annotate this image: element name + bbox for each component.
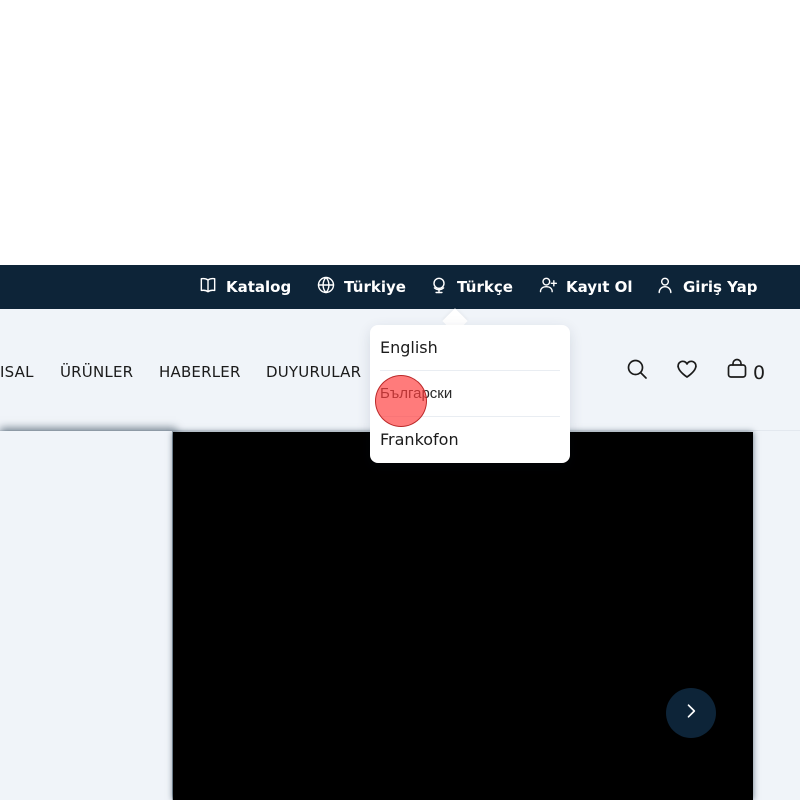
topbar-register-label: Kayıt Ol: [566, 278, 633, 296]
hero-slider[interactable]: [173, 432, 753, 800]
topbar-register-link[interactable]: Kayıt Ol: [538, 265, 633, 309]
globe-icon: [316, 275, 336, 299]
page: Katalog Türkiye Türkçe Kayıt Ol Giriş Ya…: [0, 0, 800, 800]
language-option-francophone[interactable]: Frankofon: [380, 417, 560, 463]
language-globe-icon: [429, 275, 449, 299]
topbar-catalog-link[interactable]: Katalog: [198, 265, 291, 309]
nav-item-products[interactable]: ÜRÜNLER: [60, 361, 133, 383]
side-panel: [0, 431, 172, 800]
slider-next-button[interactable]: [666, 688, 716, 738]
heart-icon: [675, 360, 699, 385]
topbar-language-label: Türkçe: [457, 278, 513, 296]
nav-item-isal[interactable]: ISAL: [0, 361, 34, 383]
cart-count-badge: 0: [753, 362, 766, 384]
top-utility-bar: Katalog Türkiye Türkçe Kayıt Ol Giriş Ya…: [0, 265, 800, 309]
language-option-bulgarian[interactable]: Български: [380, 371, 560, 417]
user-icon: [655, 275, 675, 299]
search-button[interactable]: [625, 357, 651, 383]
nav-item-announcements[interactable]: DUYURULAR: [266, 361, 361, 383]
book-icon: [198, 275, 218, 299]
wishlist-button[interactable]: [675, 357, 701, 383]
nav-item-news[interactable]: HABERLER: [159, 361, 241, 383]
chevron-right-icon: [681, 701, 701, 725]
search-icon: [625, 359, 649, 385]
topbar-login-label: Giriş Yap: [683, 278, 758, 296]
user-plus-icon: [538, 275, 558, 299]
topbar-language-selector[interactable]: Türkçe: [429, 265, 513, 309]
topbar-catalog-label: Katalog: [226, 278, 292, 296]
topbar-country-selector[interactable]: Türkiye: [316, 265, 406, 309]
topbar-country-label: Türkiye: [344, 278, 406, 296]
language-option-english[interactable]: English: [380, 325, 560, 371]
shopping-bag-icon: [725, 358, 749, 385]
cart-button[interactable]: [725, 357, 751, 383]
topbar-login-link[interactable]: Giriş Yap: [655, 265, 758, 309]
language-dropdown: English Български Frankofon: [370, 325, 570, 463]
